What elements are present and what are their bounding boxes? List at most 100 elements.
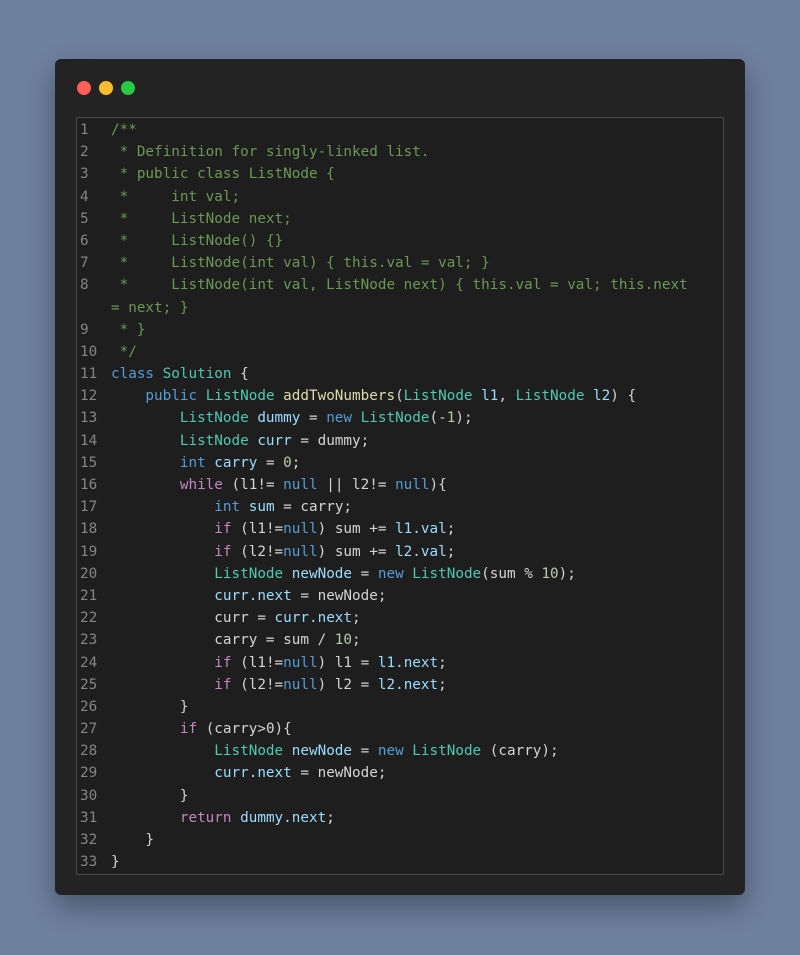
line-number: 9	[80, 321, 89, 338]
code-token: if	[111, 521, 241, 538]
line-number: 29	[80, 765, 98, 782]
code-token: }	[111, 787, 189, 804]
code-token: ;	[291, 454, 301, 471]
code-token: null	[283, 654, 318, 671]
code-token: ){	[429, 477, 447, 493]
line-text: /**	[111, 119, 137, 141]
code-token: }	[111, 854, 120, 871]
line-number: 31	[80, 809, 98, 826]
maximize-dot-icon[interactable]	[121, 81, 135, 95]
line-number: 20	[80, 565, 98, 582]
line-text: if (l2!=null) sum += l2.val;	[111, 541, 455, 563]
code-editor[interactable]: 1 /** 2 * Definition for singly-linked lis…	[76, 117, 724, 875]
line-number: 14	[80, 432, 98, 449]
code-token: ListNode	[412, 565, 482, 582]
code-token: l1.val	[395, 521, 447, 538]
code-line: 9 * }	[77, 319, 723, 341]
code-token: int	[111, 454, 215, 471]
code-token: * public class ListNode {	[111, 166, 335, 183]
code-token: = carry;	[274, 499, 353, 516]
code-token: ) sum +=	[317, 543, 396, 560]
code-token: curr =	[111, 610, 275, 627]
line-number: 2	[80, 144, 89, 161]
code-token: ) {	[610, 388, 637, 405]
code-token: = newNode;	[291, 765, 387, 782]
code-token: newNode	[291, 565, 353, 582]
line-text: return dummy.next;	[111, 807, 335, 829]
code-token: null	[283, 543, 318, 560]
code-token: =	[257, 454, 284, 471]
code-window: 1 /** 2 * Definition for singly-linked lis…	[55, 59, 745, 895]
code-token: if	[111, 721, 206, 738]
code-token: ;	[438, 654, 447, 671]
code-token: }	[111, 698, 189, 715]
code-token: int	[111, 499, 249, 516]
code-line: 24 if (l1!=null) l1 = l1.next;	[77, 652, 723, 674]
code-line: 14 ListNode curr = dummy;	[77, 430, 723, 452]
line-text: curr.next = newNode;	[111, 585, 386, 607]
code-lines: 1 /** 2 * Definition for singly-linked lis…	[77, 118, 723, 873]
code-token: * ListNode(int val) { this.val = val; }	[111, 255, 490, 272]
code-token: ListNode	[412, 743, 490, 760]
code-token: =	[352, 743, 378, 760]
code-token: null	[283, 477, 318, 493]
close-dot-icon[interactable]	[77, 81, 91, 95]
line-text: * ListNode(int val) { this.val = val; }	[111, 252, 490, 274]
code-token: /**	[111, 122, 137, 138]
code-token: (carry);	[489, 743, 559, 760]
code-token: if	[111, 654, 241, 671]
code-line: 17 int sum = carry;	[77, 496, 723, 518]
code-line: 18 if (l1!=null) sum += l1.val;	[77, 518, 723, 540]
code-token: l1.next	[377, 654, 439, 671]
line-text: }	[111, 696, 189, 718]
line-text: while (l1!= null || l2!= null){	[111, 474, 447, 496]
minimize-dot-icon[interactable]	[99, 81, 113, 95]
line-number: 6	[80, 232, 89, 249]
line-text: ListNode newNode = new ListNode(sum % 10…	[111, 563, 576, 585]
code-token: new	[326, 410, 361, 427]
line-number: 15	[80, 454, 98, 471]
line-number: 7	[80, 255, 89, 272]
code-line: 19 if (l2!=null) sum += l2.val;	[77, 541, 723, 563]
line-text: curr = curr.next;	[111, 607, 361, 629]
code-line: 16 while (l1!= null || l2!= null){	[77, 474, 723, 496]
code-line: 25 if (l2!=null) l2 = l2.next;	[77, 674, 723, 696]
code-token: curr.next	[111, 765, 292, 782]
code-token: * ListNode(int val, ListNode next) { thi…	[111, 277, 688, 294]
window-controls	[77, 81, 135, 95]
code-token: ListNode	[111, 432, 258, 449]
code-token: l2.val	[395, 543, 447, 560]
code-line: 12 public ListNode addTwoNumbers(ListNod…	[77, 385, 723, 407]
code-token: = dummy;	[291, 432, 370, 449]
code-token: ListNode	[111, 743, 292, 760]
code-line: 7 * ListNode(int val) { this.val = val; …	[77, 252, 723, 274]
line-number: 22	[80, 610, 98, 627]
line-text: if (carry>0){	[111, 718, 292, 740]
code-line: 8 * ListNode(int val, ListNode next) { t…	[77, 274, 723, 296]
code-token: return	[111, 809, 241, 826]
code-token: curr.next	[111, 587, 292, 604]
code-token: ) sum +=	[317, 521, 396, 538]
code-token: ;	[438, 676, 447, 693]
line-number: 13	[80, 410, 98, 427]
code-token: (l1!=	[231, 477, 284, 493]
code-token: curr	[257, 432, 292, 449]
line-number: 33	[80, 854, 98, 871]
code-token: = next; }	[111, 299, 189, 316]
code-token: curr.next	[274, 610, 353, 627]
line-text: }	[111, 851, 120, 873]
line-number: 8	[80, 277, 89, 294]
code-line: 22 curr = curr.next;	[77, 607, 723, 629]
code-token: ;	[352, 632, 361, 649]
line-number: 17	[80, 499, 98, 516]
code-token: (sum %	[481, 565, 542, 582]
code-token: ;	[352, 610, 361, 627]
code-line: 27 if (carry>0){	[77, 718, 723, 740]
code-token: class	[111, 366, 163, 383]
code-token: (carry>0){	[205, 721, 292, 738]
code-line: 13 ListNode dummy = new ListNode(-1);	[77, 407, 723, 429]
line-text: ListNode newNode = new ListNode (carry);	[111, 740, 559, 762]
line-text: public ListNode addTwoNumbers(ListNode l…	[111, 385, 636, 407]
code-line: 26 }	[77, 696, 723, 718]
code-line: 23 carry = sum / 10;	[77, 629, 723, 651]
